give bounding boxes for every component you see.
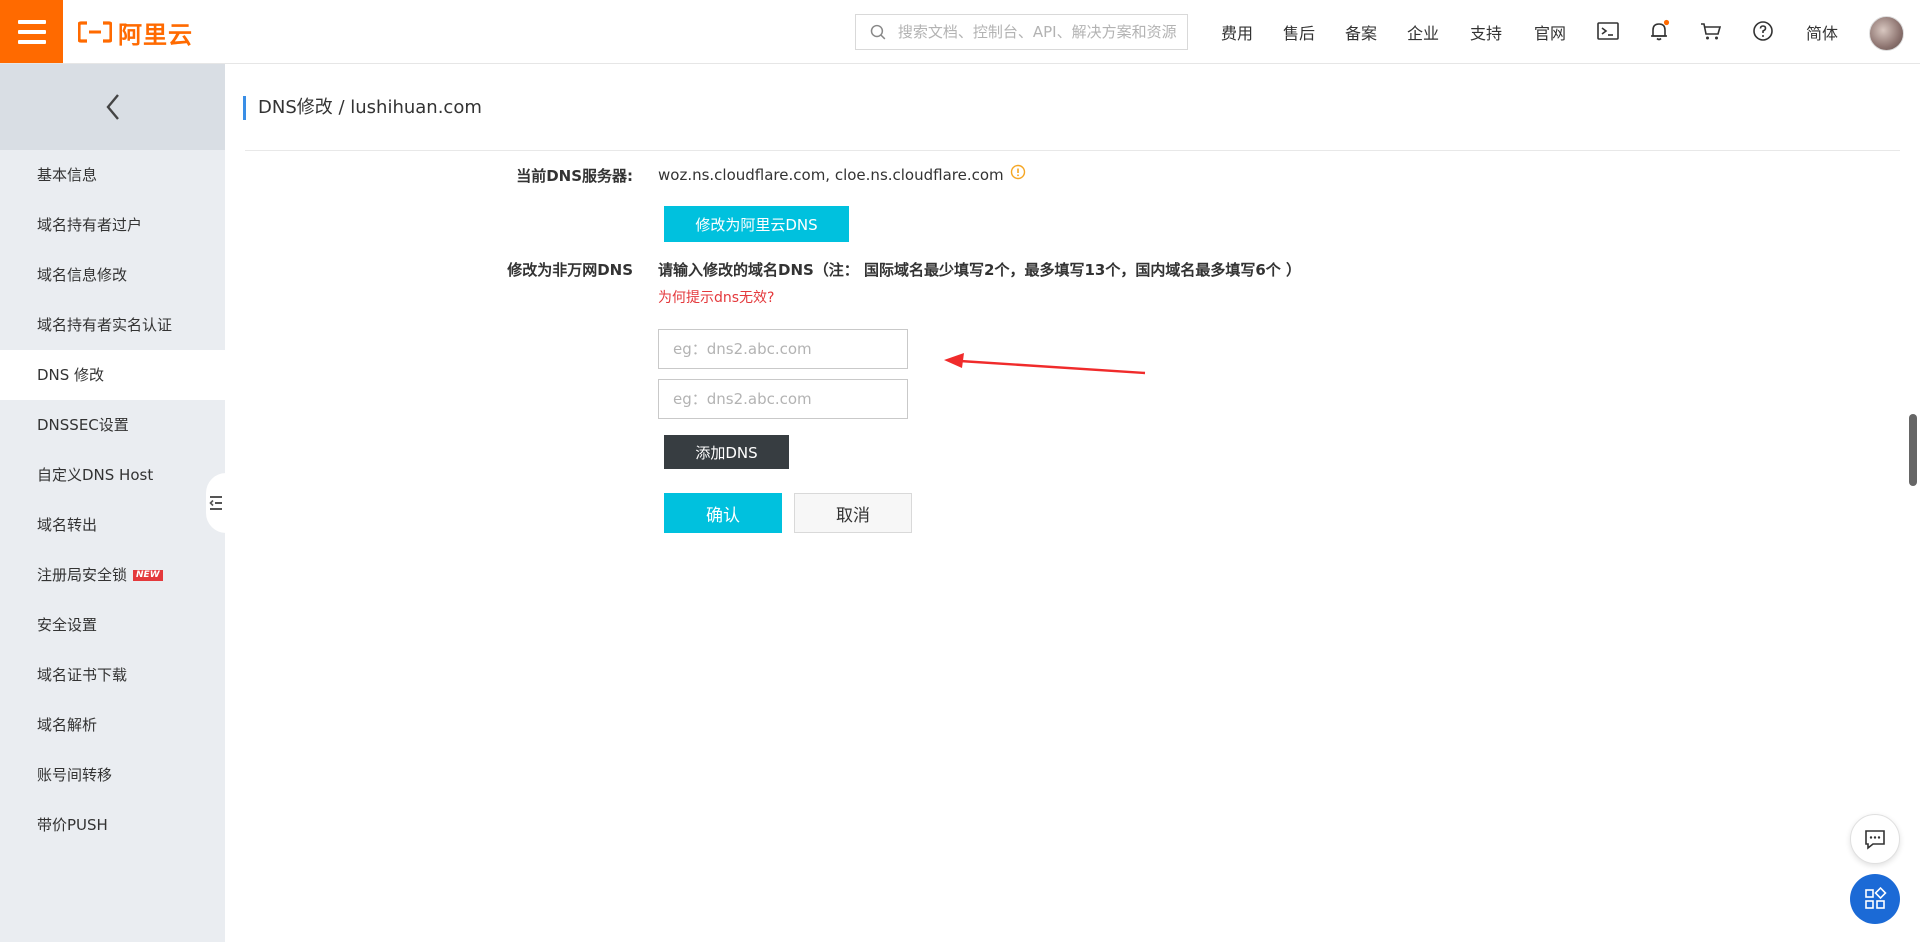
divider — [245, 150, 1900, 151]
sidebar-item-dnssec[interactable]: DNSSEC设置 — [0, 400, 225, 450]
search-input[interactable] — [895, 22, 1187, 42]
language-switch[interactable]: 简体 — [1806, 0, 1838, 63]
new-badge: NEW — [133, 570, 163, 581]
aliyun-logo-icon — [78, 21, 112, 43]
terminal-icon[interactable] — [1596, 19, 1620, 43]
sidebar-item-realname[interactable]: 域名持有者实名认证 — [0, 300, 225, 350]
bell-icon[interactable] — [1647, 19, 1671, 43]
sidebar-collapse-button[interactable] — [206, 473, 226, 533]
chat-button[interactable] — [1850, 814, 1900, 864]
menu-icon[interactable] — [0, 0, 63, 63]
nav-enterprise[interactable]: 企业 — [1407, 0, 1439, 63]
sidebar-item-basic-info[interactable]: 基本信息 — [0, 150, 225, 200]
scrollbar[interactable] — [1909, 414, 1917, 486]
sidebar-item-custom-dns-host[interactable]: 自定义DNS Host — [0, 450, 225, 500]
cart-icon[interactable] — [1699, 19, 1723, 43]
avatar[interactable] — [1869, 16, 1904, 51]
sidebar-item-certificate[interactable]: 域名证书下载 — [0, 650, 225, 700]
sidebar: 基本信息 域名持有者过户 域名信息修改 域名持有者实名认证 DNS 修改 DNS… — [0, 64, 225, 942]
sidebar-item-transfer-out[interactable]: 域名转出 — [0, 500, 225, 550]
warning-icon[interactable] — [1010, 164, 1026, 180]
nav-after-sales[interactable]: 售后 — [1283, 0, 1315, 63]
add-dns-button[interactable]: 添加DNS — [664, 435, 789, 469]
nav-support[interactable]: 支持 — [1470, 0, 1502, 63]
sidebar-item-dns-resolve[interactable]: 域名解析 — [0, 700, 225, 750]
page-title: DNS修改 / lushihuan.com — [243, 96, 482, 120]
chat-icon — [1865, 830, 1885, 850]
sidebar-back-button[interactable] — [0, 64, 225, 150]
sidebar-item-account-transfer[interactable]: 账号间转移 — [0, 750, 225, 800]
confirm-button[interactable]: 确认 — [664, 493, 782, 533]
logo-text: 阿里云 — [118, 20, 193, 49]
top-bar: 阿里云 费用 售后 备案 企业 支持 官网 简体 — [0, 0, 1920, 64]
collapse-icon — [209, 496, 222, 510]
current-dns-label: 当前DNS服务器: — [516, 167, 633, 185]
help-icon[interactable] — [1751, 19, 1775, 43]
sidebar-item-registry-lock[interactable]: 注册局安全锁 NEW — [0, 550, 225, 600]
current-dns-value: woz.ns.cloudflare.com, cloe.ns.cloudflar… — [658, 166, 1004, 184]
cancel-button[interactable]: 取消 — [794, 493, 912, 533]
why-dns-invalid-link[interactable]: 为何提示dns无效? — [658, 287, 774, 307]
chevron-left-icon — [105, 94, 119, 120]
notification-dot — [1663, 19, 1670, 26]
sidebar-item-owner-transfer[interactable]: 域名持有者过户 — [0, 200, 225, 250]
apps-button[interactable] — [1850, 874, 1900, 924]
annotation-arrow-icon — [944, 353, 1146, 375]
nav-official-site[interactable]: 官网 — [1534, 0, 1566, 63]
logo[interactable]: 阿里云 — [78, 14, 193, 50]
sidebar-item-label: 注册局安全锁 — [37, 566, 128, 584]
sidebar-item-security[interactable]: 安全设置 — [0, 600, 225, 650]
search-box[interactable] — [855, 14, 1188, 50]
switch-to-aliyun-dns-button[interactable]: 修改为阿里云DNS — [664, 206, 849, 242]
custom-dns-label: 修改为非万网DNS — [507, 261, 633, 279]
dns-input-2[interactable] — [658, 379, 908, 419]
sidebar-item-dns-edit[interactable]: DNS 修改 — [0, 350, 225, 400]
current-dns-row: woz.ns.cloudflare.com, cloe.ns.cloudflar… — [658, 164, 1026, 184]
search-icon — [870, 24, 886, 40]
nav-filing[interactable]: 备案 — [1345, 0, 1377, 63]
sidebar-item-info-edit[interactable]: 域名信息修改 — [0, 250, 225, 300]
sidebar-item-price-push[interactable]: 带价PUSH — [0, 800, 225, 850]
nav-fees[interactable]: 费用 — [1221, 0, 1253, 63]
dns-input-1[interactable] — [658, 329, 908, 369]
custom-dns-hint: 请输入修改的域名DNS（注： 国际域名最少填写2个，最多填写13个，国内域名最多… — [658, 261, 1302, 279]
apps-icon — [1865, 887, 1887, 909]
